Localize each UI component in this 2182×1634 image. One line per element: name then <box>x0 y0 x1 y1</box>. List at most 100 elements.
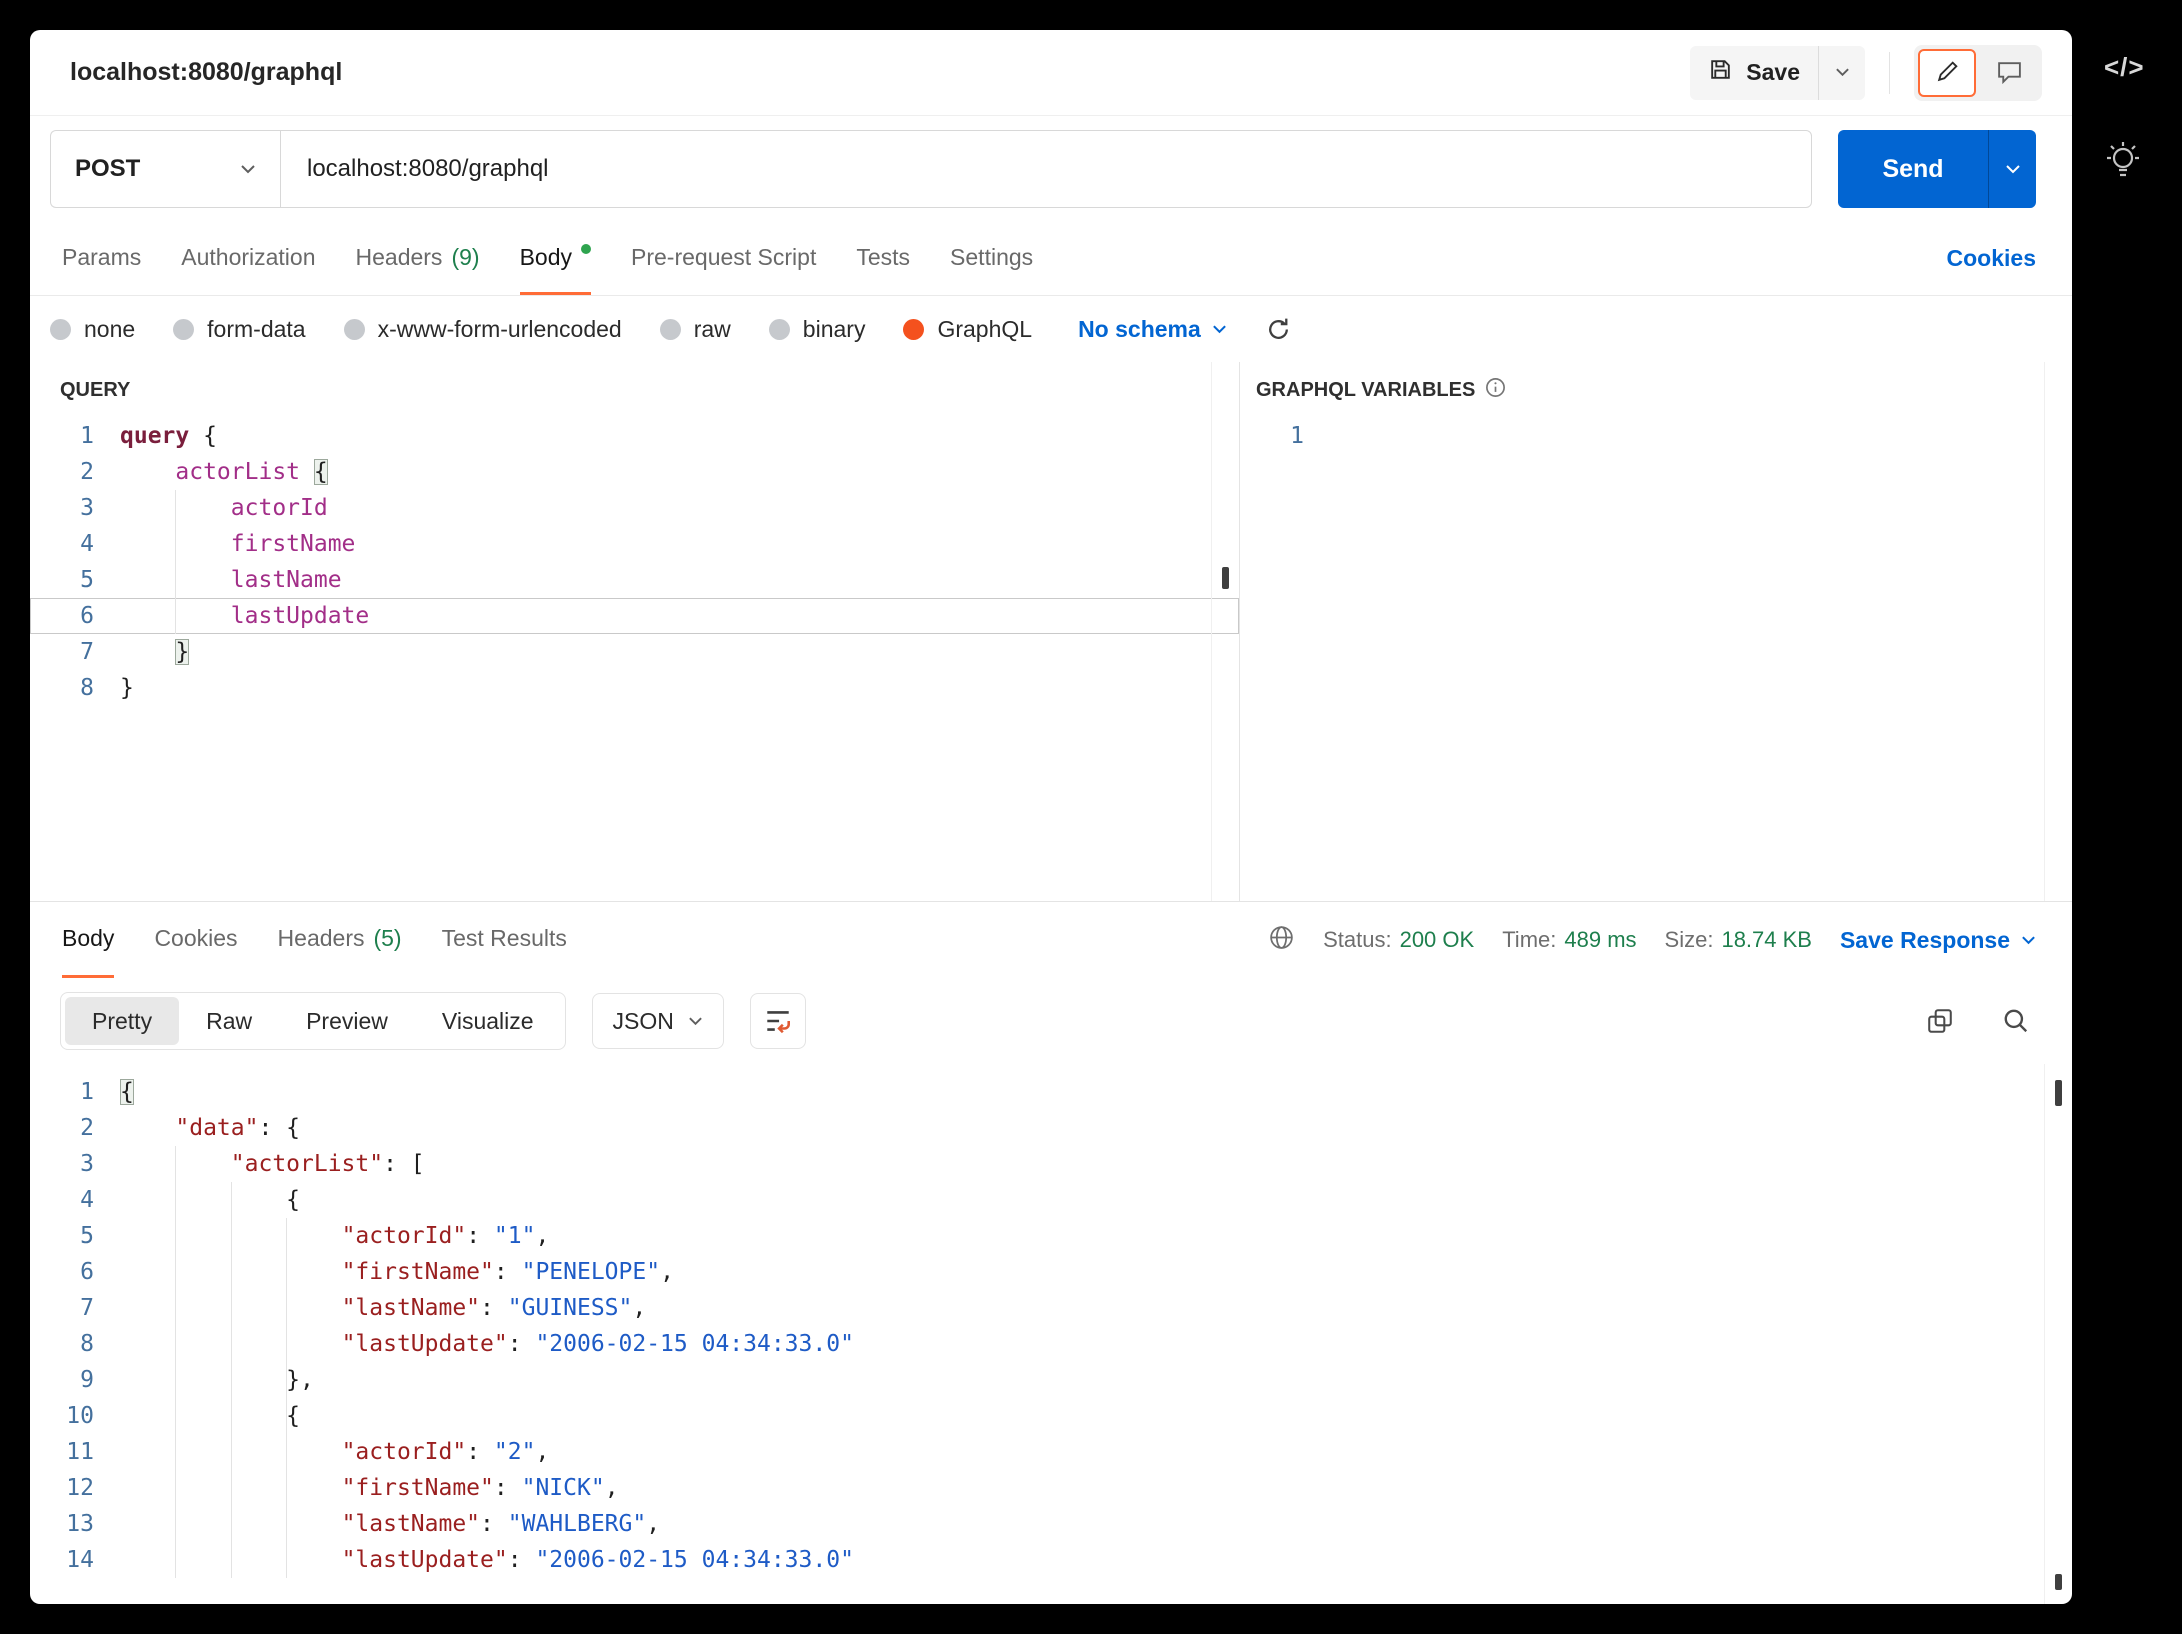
chevron-down-icon <box>2021 935 2036 945</box>
code-line[interactable]: 4 firstName <box>30 526 1239 562</box>
code-line[interactable]: 5 "actorId": "1", <box>30 1218 2072 1254</box>
code-line[interactable]: 8 "lastUpdate": "2006-02-15 04:34:33.0" <box>30 1326 2072 1362</box>
send-button[interactable]: Send <box>1838 130 1988 208</box>
comment-icon <box>1996 59 2023 87</box>
request-tab-headers[interactable]: Headers(9) <box>356 222 480 295</box>
line-number: 4 <box>30 526 94 562</box>
query-editor[interactable]: 1query {2 actorList {3 actorId4 firstNam… <box>30 410 1239 901</box>
code-line[interactable]: 6 "firstName": "PENELOPE", <box>30 1254 2072 1290</box>
search-response-button[interactable] <box>2002 1007 2030 1035</box>
code-line[interactable]: 13 "lastName": "WAHLBERG", <box>30 1506 2072 1542</box>
pencil-icon <box>1935 59 1960 87</box>
code-line[interactable]: 3 actorId <box>30 490 1239 526</box>
query-scrollbar[interactable] <box>1211 362 1239 901</box>
info-icon[interactable] <box>1485 377 1506 404</box>
code-line[interactable]: 4 { <box>30 1182 2072 1218</box>
code-line[interactable]: 6 lastUpdate <box>30 598 1239 634</box>
send-button-group: Send <box>1838 130 2036 208</box>
comments-button[interactable] <box>1980 49 2038 97</box>
indent-guide <box>286 1218 287 1578</box>
radio-icon <box>769 319 790 340</box>
right-rail: </> <box>2072 0 2182 1634</box>
header-actions: Save <box>1690 45 2042 101</box>
code-line[interactable]: 10 { <box>30 1398 2072 1434</box>
time-badge[interactable]: Time: 489 ms <box>1502 927 1636 953</box>
variables-scrollbar[interactable] <box>2044 362 2072 901</box>
variables-panel: GRAPHQL VARIABLES 1 <box>1240 362 2072 901</box>
code-line[interactable]: 5 lastName <box>30 562 1239 598</box>
request-tab-authorization[interactable]: Authorization <box>181 222 315 295</box>
code-line[interactable]: 9 }, <box>30 1362 2072 1398</box>
view-tab-preview[interactable]: Preview <box>279 997 415 1045</box>
request-tab-pre-request-script[interactable]: Pre-request Script <box>631 222 816 295</box>
body-type-form-data[interactable]: form-data <box>173 316 305 343</box>
scrollbar-thumb[interactable] <box>1222 567 1229 589</box>
network-globe-icon[interactable] <box>1268 924 1295 957</box>
response-tab-body[interactable]: Body <box>62 902 114 978</box>
code-line[interactable]: 1query { <box>30 418 1239 454</box>
response-format-select[interactable]: JSON <box>592 993 724 1049</box>
response-tab-cookies[interactable]: Cookies <box>154 902 237 978</box>
response-toolbar: PrettyRawPreviewVisualize JSON <box>30 978 2072 1064</box>
save-button[interactable]: Save <box>1690 46 1819 100</box>
wrap-lines-button[interactable] <box>750 993 806 1049</box>
status-badge[interactable]: Status: 200 OK <box>1323 927 1474 953</box>
body-type-none[interactable]: none <box>50 316 135 343</box>
code-line[interactable]: 1 <box>1240 418 2072 454</box>
response-tab-headers[interactable]: Headers(5) <box>278 902 402 978</box>
save-button-group: Save <box>1690 46 1865 100</box>
graphql-editors: QUERY 1query {2 actorList {3 actorId4 fi… <box>30 362 2072 902</box>
code-line[interactable]: 2 actorList { <box>30 454 1239 490</box>
view-tab-raw[interactable]: Raw <box>179 997 279 1045</box>
schema-select[interactable]: No schema <box>1078 316 1227 343</box>
line-number: 3 <box>30 490 94 526</box>
code-snippet-icon[interactable]: </> <box>2104 52 2145 83</box>
response-scrollbar[interactable] <box>2044 1064 2072 1604</box>
view-tab-visualize[interactable]: Visualize <box>415 997 561 1045</box>
radio-icon <box>660 319 681 340</box>
code-line[interactable]: 1{ <box>30 1074 2072 1110</box>
response-body[interactable]: 1{2 "data": {3 "actorList": [4 {5 "actor… <box>30 1064 2072 1604</box>
method-select[interactable]: POST <box>50 130 280 208</box>
scrollbar-bottom-mark <box>2055 1574 2062 1590</box>
variables-editor[interactable]: 1 <box>1240 410 2072 901</box>
response-tab-test-results[interactable]: Test Results <box>442 902 567 978</box>
code-line[interactable]: 3 "actorList": [ <box>30 1146 2072 1182</box>
cookies-link[interactable]: Cookies <box>1947 245 2036 272</box>
send-options-button[interactable] <box>1988 130 2036 208</box>
request-tab-settings[interactable]: Settings <box>950 222 1033 295</box>
body-type-binary[interactable]: binary <box>769 316 866 343</box>
postman-window: localhost:8080/graphql Save <box>30 30 2072 1604</box>
scrollbar-thumb[interactable] <box>2055 1080 2062 1106</box>
copy-response-button[interactable] <box>1926 1007 1954 1035</box>
size-badge[interactable]: Size: 18.74 KB <box>1665 927 1812 953</box>
edit-description-button[interactable] <box>1918 49 1976 97</box>
line-number: 1 <box>30 1074 94 1110</box>
code-line[interactable]: 7 } <box>30 634 1239 670</box>
url-input[interactable] <box>280 130 1812 208</box>
body-type-graphql[interactable]: GraphQL <box>903 316 1032 343</box>
line-number: 7 <box>30 634 94 670</box>
view-tab-pretty[interactable]: Pretty <box>65 997 179 1045</box>
save-response-button[interactable]: Save Response <box>1840 927 2036 954</box>
refresh-schema-icon[interactable] <box>1265 316 1292 343</box>
code-line[interactable]: 11 "actorId": "2", <box>30 1434 2072 1470</box>
request-tab-params[interactable]: Params <box>62 222 141 295</box>
body-type-raw[interactable]: raw <box>660 316 731 343</box>
method-value: POST <box>75 155 140 183</box>
request-tab-tests[interactable]: Tests <box>856 222 910 295</box>
code-line[interactable]: 7 "lastName": "GUINESS", <box>30 1290 2072 1326</box>
save-options-button[interactable] <box>1819 46 1865 100</box>
lightbulb-icon[interactable] <box>2100 136 2146 193</box>
line-number: 1 <box>30 418 94 454</box>
chevron-down-icon <box>1835 65 1850 80</box>
code-line[interactable]: 2 "data": { <box>30 1110 2072 1146</box>
body-type-x-www-form-urlencoded[interactable]: x-www-form-urlencoded <box>344 316 622 343</box>
code-line[interactable]: 8} <box>30 670 1239 706</box>
indent-guide <box>175 1146 176 1578</box>
code-line[interactable]: 12 "firstName": "NICK", <box>30 1470 2072 1506</box>
code-line[interactable]: 14 "lastUpdate": "2006-02-15 04:34:33.0" <box>30 1542 2072 1578</box>
chevron-down-icon <box>240 164 256 174</box>
request-tab-body[interactable]: Body <box>520 222 591 295</box>
chevron-down-icon <box>2005 162 2021 177</box>
